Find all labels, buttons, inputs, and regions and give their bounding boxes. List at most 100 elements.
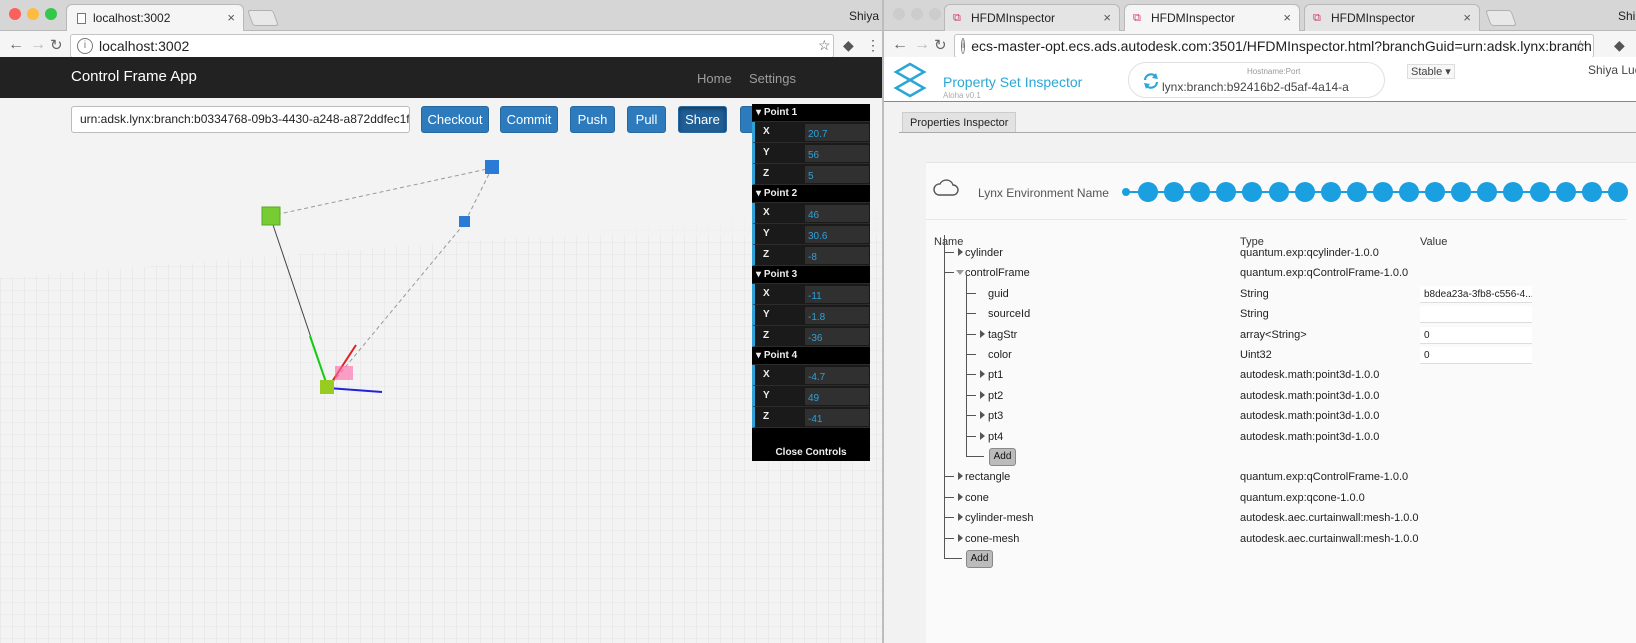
tab-hfdm-1[interactable]: ⧉ HFDMInspector × [944,4,1120,31]
property-value-input[interactable]: 0 [1420,326,1532,344]
control-value[interactable]: 30.6 [805,226,869,243]
commit-dot[interactable] [1294,182,1315,202]
profile-name[interactable]: Shiya [849,9,879,23]
address-bar[interactable]: i localhost:3002 [70,34,834,58]
environment-select[interactable]: Stable ▾ [1407,64,1455,79]
control-row[interactable]: Z -8 [752,245,870,266]
property-value-input[interactable]: b8dea23a-3fb8-c556-4... [1420,285,1532,303]
share-button[interactable]: Share [678,106,727,133]
profile-name[interactable]: Shi [1618,9,1635,23]
control-value[interactable]: 20.7 [805,124,869,141]
reload-icon[interactable]: ↻ [50,36,63,54]
point-3-cube[interactable] [459,216,470,227]
control-row[interactable]: Y -1.8 [752,305,870,326]
control-row[interactable]: X -4.7 [752,365,870,386]
commit-dot[interactable] [1425,182,1446,202]
point-2-cube[interactable] [485,160,499,174]
minimize-window-icon[interactable] [27,8,39,20]
tree-row[interactable]: pt4 autodesk.math:point3d-1.0.0 [926,427,1626,447]
control-value[interactable]: 5 [805,166,869,183]
tree-row[interactable]: guid String b8dea23a-3fb8-c556-4... [926,284,1626,304]
property-value-input[interactable]: 0 [1420,347,1532,364]
close-tab-icon[interactable]: × [1463,10,1471,25]
add-child-property-button[interactable]: Add [989,448,1016,466]
commit-dot[interactable] [1268,182,1289,202]
push-button[interactable]: Push [570,106,615,133]
point-1-cube[interactable] [261,206,281,226]
control-value[interactable]: -8 [805,247,869,264]
folder-point-4[interactable]: ▾ Point 4 [752,347,870,365]
commit-dot[interactable] [1164,182,1185,202]
back-arrow-icon[interactable]: ← [892,36,908,54]
tab-properties-inspector[interactable]: Properties Inspector [902,112,1017,132]
maximize-window-icon[interactable] [929,8,941,20]
control-row[interactable]: X 46 [752,203,870,224]
tree-row[interactable]: color Uint32 0 [926,345,1626,365]
new-tab-button[interactable] [247,10,279,26]
extension-icon[interactable]: ◆ [1614,37,1625,54]
expand-arrow-icon[interactable] [958,492,963,501]
commit-dot[interactable] [1451,182,1472,202]
folder-point-1[interactable]: ▾ Point 1 [752,104,870,122]
commit-dot[interactable] [1607,182,1628,202]
extension-icon[interactable]: ◆ [843,37,854,54]
tree-row[interactable]: cone quantum.exp:qcone-1.0.0 [926,488,1626,508]
tree-row[interactable]: rectangle quantum.exp:qControlFrame-1.0.0 [926,467,1626,487]
user-name[interactable]: Shiya Luo [1588,63,1636,77]
collapse-arrow-icon[interactable] [956,270,964,276]
commit-dot[interactable] [1138,182,1158,202]
address-bar[interactable]: i ecs-master-opt.ecs.ads.autodesk.com:35… [954,34,1594,58]
commit-dot[interactable] [1529,182,1550,202]
menu-dots-icon[interactable]: ⋮ [866,37,880,54]
control-row[interactable]: X 20.7 [752,122,870,143]
control-row[interactable]: X -11 [752,284,870,305]
tab-localhost[interactable]: localhost:3002 × [66,4,244,31]
commit-dot[interactable] [1216,182,1237,202]
commit-button[interactable]: Commit [500,106,558,133]
new-tab-button[interactable] [1485,10,1517,26]
nav-settings[interactable]: Settings [749,71,796,86]
control-row[interactable]: Y 56 [752,143,870,164]
forward-arrow-icon[interactable]: → [30,36,46,54]
maximize-window-icon[interactable] [45,8,57,20]
control-value[interactable]: -11 [805,286,869,303]
expand-arrow-icon[interactable] [958,533,963,542]
expand-arrow-icon[interactable] [980,390,985,399]
commit-dot[interactable] [1477,182,1498,202]
tree-row[interactable]: tagStr array<String> 0 [926,325,1626,345]
control-row[interactable]: Z5 [752,164,870,185]
urn-input[interactable]: urn:adsk.lynx:branch:b0334768-09b3-4430-… [71,106,410,133]
control-value[interactable]: -4.7 [805,367,869,384]
close-tab-icon[interactable]: × [227,10,235,25]
commit-dot[interactable] [1555,182,1576,202]
control-row[interactable]: Y 49 [752,386,870,407]
close-tab-icon[interactable]: × [1103,10,1111,25]
add-property-button[interactable]: Add [966,550,993,568]
commit-dot[interactable] [1399,182,1419,202]
tab-hfdm-2[interactable]: ⧉ HFDMInspector × [1124,4,1300,31]
forward-arrow-icon[interactable]: → [914,36,930,54]
control-value[interactable]: -41 [805,409,869,426]
commit-dot[interactable] [1581,182,1602,202]
property-value-input[interactable] [1420,306,1532,324]
expand-arrow-icon[interactable] [958,472,963,481]
sync-icon[interactable] [1141,71,1161,91]
plane-gizmo[interactable] [335,366,353,380]
tree-row[interactable]: pt3 autodesk.math:point3d-1.0.0 [926,406,1626,426]
control-value[interactable]: -36 [805,328,869,345]
hostname-value[interactable]: lynx:branch:b92416b2-d5af-4a14-a [1162,80,1349,94]
commit-dot[interactable] [1320,182,1341,202]
tree-row[interactable]: cylinder quantum.exp:qcylinder-1.0.0 [926,243,1626,263]
tree-row[interactable]: pt2 autodesk.math:point3d-1.0.0 [926,386,1626,406]
control-row[interactable]: Y 30.6 [752,224,870,245]
tree-row[interactable]: controlFrame quantum.exp:qControlFrame-1.… [926,263,1626,283]
expand-arrow-icon[interactable] [958,248,963,256]
control-value[interactable]: -1.8 [805,307,869,324]
control-value[interactable]: 49 [805,388,869,405]
checkout-button[interactable]: Checkout [421,106,489,133]
nav-home[interactable]: Home [697,71,732,86]
control-row[interactable]: Z -36 [752,326,870,347]
commit-dot[interactable] [1242,182,1263,202]
close-window-icon[interactable] [9,8,21,20]
hostname-field[interactable]: Hostname:Port lynx:branch:b92416b2-d5af-… [1128,62,1385,98]
